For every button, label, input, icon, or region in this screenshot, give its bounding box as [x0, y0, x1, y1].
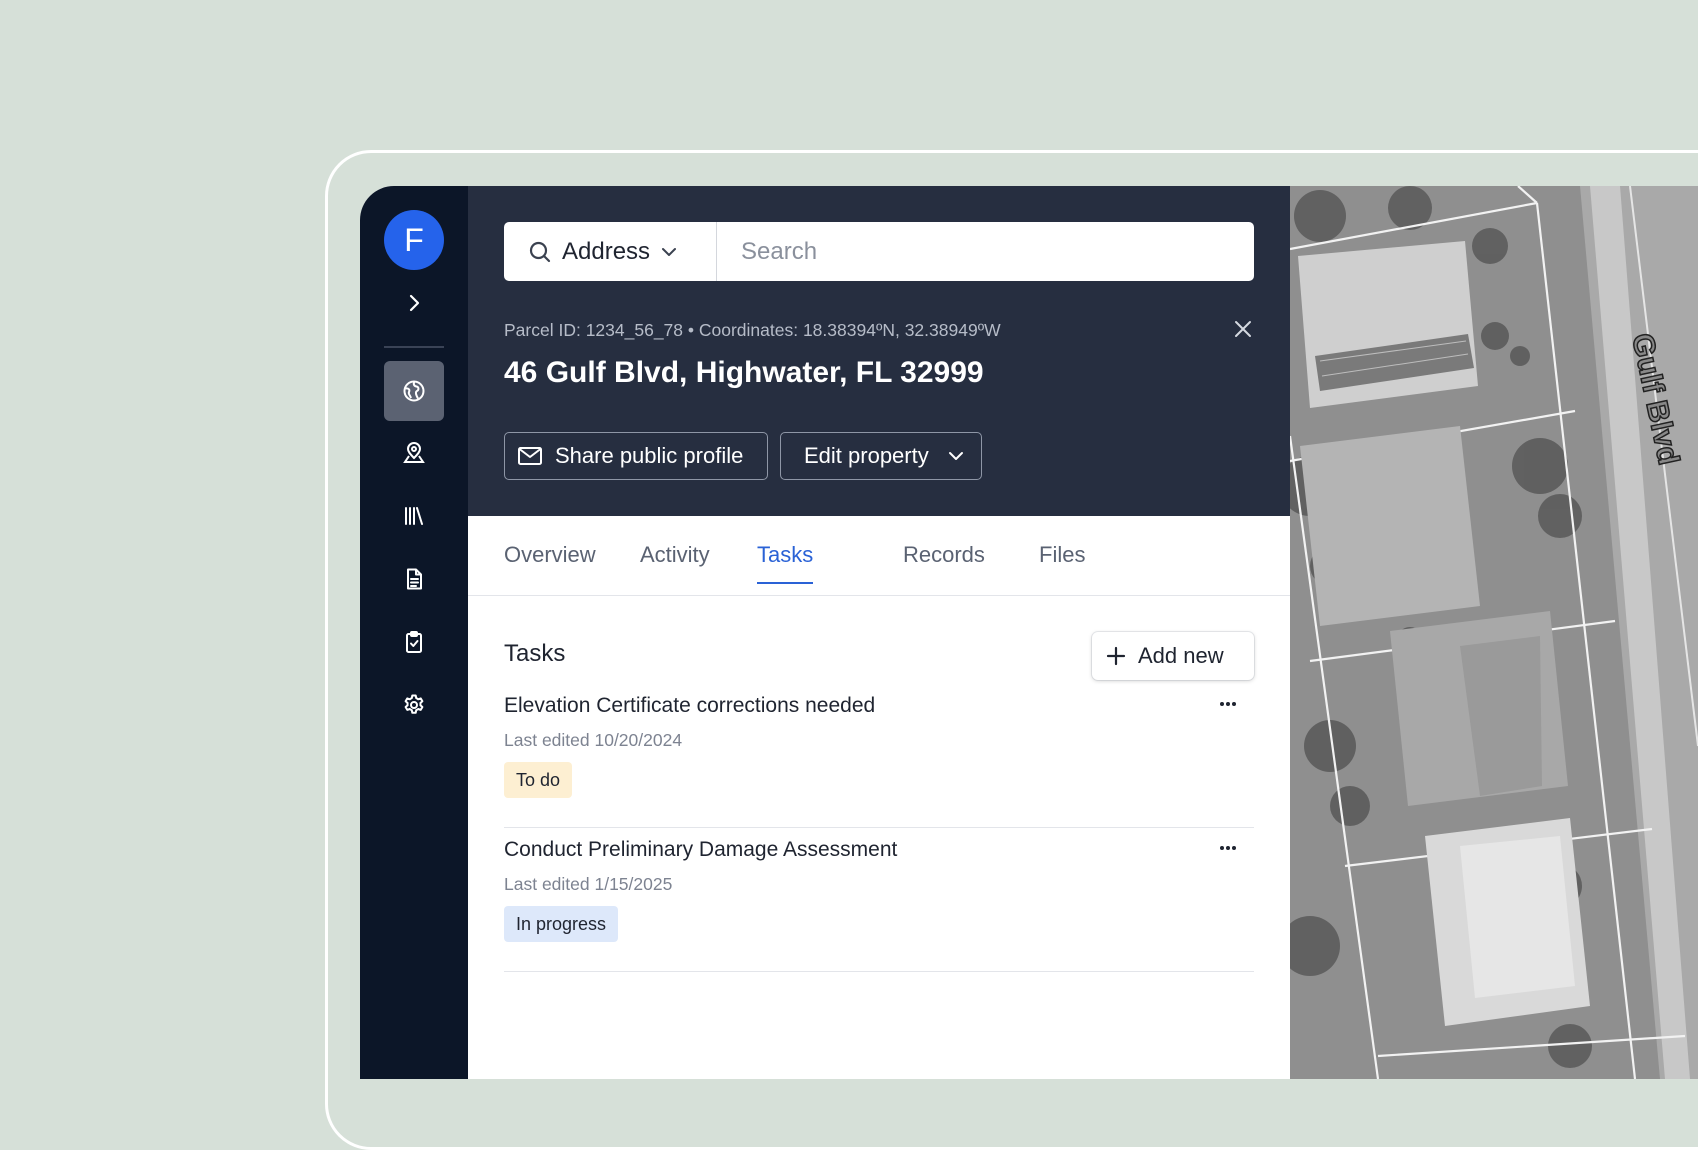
globe-icon	[403, 380, 425, 402]
clipboard-check-icon	[406, 631, 422, 653]
share-public-profile-button[interactable]: Share public profile	[504, 432, 768, 480]
sidebar-item-globe[interactable]	[384, 361, 444, 421]
property-address: 46 Gulf Blvd, Highwater, FL 32999	[504, 356, 984, 389]
chevron-down-icon	[948, 452, 963, 460]
task-last-edited: Last edited 10/20/2024	[504, 730, 683, 750]
tab-tasks[interactable]: Tasks	[757, 542, 814, 584]
search-type-label: Address	[562, 237, 651, 265]
plus-icon	[1106, 646, 1126, 666]
more-horizontal-icon	[1220, 702, 1236, 706]
search-bar: Address	[504, 222, 1254, 281]
task-title: Conduct Preliminary Damage Assessment	[504, 838, 898, 861]
sidebar-item-settings[interactable]	[384, 675, 444, 735]
chevron-right-icon	[409, 294, 420, 312]
tab-activity[interactable]: Activity	[640, 542, 710, 582]
sidebar-item-documents[interactable]	[384, 549, 444, 609]
share-label: Share public profile	[555, 443, 744, 468]
chevron-down-icon	[662, 247, 677, 256]
sidebar-item-locations[interactable]	[384, 423, 444, 483]
edit-property-dropdown[interactable]: Edit property	[780, 432, 982, 480]
search-type-dropdown[interactable]: Address	[504, 222, 717, 281]
close-icon	[1235, 321, 1251, 337]
sidebar-item-tasks[interactable]	[384, 612, 444, 672]
gear-icon	[404, 694, 424, 714]
sidebar-item-library[interactable]	[384, 486, 444, 546]
task-title: Elevation Certificate corrections needed	[504, 694, 876, 717]
task-item[interactable]: Conduct Preliminary Damage Assessment La…	[504, 828, 1254, 972]
aerial-map[interactable]: Gulf Blvd	[1290, 186, 1698, 1079]
library-icon	[405, 507, 423, 525]
parcel-meta: Parcel ID: 1234_56_78 • Coordinates: 18.…	[504, 320, 1001, 340]
status-badge: To do	[504, 762, 573, 798]
mail-icon	[518, 447, 542, 465]
tab-files[interactable]: Files	[1039, 542, 1085, 582]
property-header: Address Parcel ID: 1234_56_78 • Coordina…	[468, 186, 1290, 516]
search-icon	[529, 241, 551, 262]
edit-label: Edit property	[804, 443, 929, 468]
task-more-button[interactable]	[1214, 834, 1242, 862]
avatar[interactable]: F	[384, 210, 444, 270]
more-horizontal-icon	[1220, 846, 1236, 850]
tasks-panel: Tasks Add new Elevation Certificate corr…	[468, 596, 1290, 1079]
tab-bar: Overview Activity Tasks Records Files	[468, 516, 1290, 596]
sidebar: F	[360, 186, 468, 1079]
task-item[interactable]: Elevation Certificate corrections needed…	[504, 684, 1254, 828]
add-new-label: Add new	[1138, 643, 1224, 668]
tab-overview[interactable]: Overview	[504, 542, 596, 582]
aerial-map-image: Gulf Blvd	[1290, 186, 1698, 1079]
tab-records[interactable]: Records	[903, 542, 985, 582]
expand-sidebar-button[interactable]	[399, 288, 429, 318]
sidebar-divider	[384, 346, 444, 348]
document-icon	[407, 568, 422, 590]
map-pin-icon	[403, 442, 425, 463]
task-last-edited: Last edited 1/15/2025	[504, 874, 673, 894]
close-button[interactable]	[1230, 316, 1256, 342]
add-new-button[interactable]: Add new	[1092, 632, 1254, 680]
task-more-button[interactable]	[1214, 690, 1242, 718]
section-title: Tasks	[504, 640, 566, 667]
search-input[interactable]	[717, 222, 1254, 281]
app-window: F Address Search Parcel ID: 1234_56_78 •…	[360, 186, 1698, 1079]
status-badge: In progress	[504, 906, 619, 942]
